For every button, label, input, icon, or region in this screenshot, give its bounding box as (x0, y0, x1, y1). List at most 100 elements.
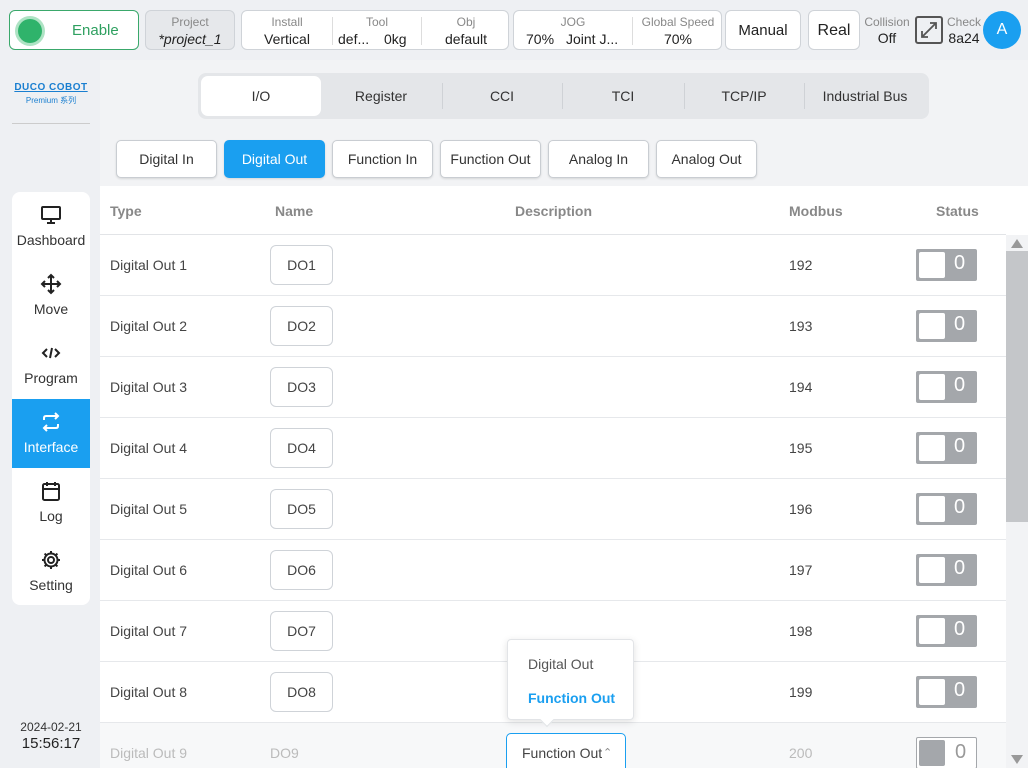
scroll-up-icon[interactable] (1011, 239, 1023, 248)
project-label: Project (171, 15, 209, 29)
install-tool-obj-panel[interactable]: Install Vertical Tool def... 0kg Obj def… (241, 10, 509, 50)
tab-cci[interactable]: CCI (442, 76, 562, 116)
table-scrollbar[interactable] (1006, 235, 1028, 768)
header-status: Status (936, 203, 979, 219)
dropdown-option-digital-out[interactable]: Digital Out (528, 656, 593, 672)
sidebar-item-move[interactable]: Move (12, 261, 90, 330)
row-name-input[interactable]: DO4 (270, 428, 333, 468)
row-name: DO9 (270, 745, 299, 761)
status-toggle[interactable]: 0 (916, 432, 977, 464)
row-name-input[interactable]: DO8 (270, 672, 333, 712)
tab-register[interactable]: Register (321, 76, 441, 116)
status-toggle[interactable]: 0 (916, 493, 977, 525)
status-toggle[interactable]: 0 (916, 676, 977, 708)
subtab-digital-in[interactable]: Digital In (116, 140, 217, 178)
row-type: Digital Out 1 (110, 257, 188, 273)
project-selector[interactable]: Project *project_1 (145, 10, 235, 50)
row-type: Digital Out 9 (110, 745, 188, 761)
row-type: Digital Out 8 (110, 684, 188, 700)
row-name-input[interactable]: DO5 (270, 489, 333, 529)
jog-value: 70% (526, 31, 555, 47)
status-toggle[interactable]: 0 (916, 310, 977, 342)
top-bar: Enable Project *project_1 Install Vertic… (0, 0, 1028, 60)
sidebar-item-label: Move (33, 301, 69, 317)
subtab-digital-out[interactable]: Digital Out (224, 140, 325, 178)
toggle-knob (919, 679, 945, 705)
tool-value: def... (338, 31, 370, 47)
table-row: Digital Out 2 DO2 193 0 (100, 296, 1006, 357)
header-modbus: Modbus (789, 203, 843, 219)
status-value: 0 (954, 496, 966, 518)
jog-label: JOG (560, 15, 586, 29)
user-avatar[interactable]: A (983, 11, 1021, 49)
tab-tcpip[interactable]: TCP/IP (684, 76, 804, 116)
subtab-function-out[interactable]: Function Out (440, 140, 541, 178)
row-modbus: 199 (789, 684, 813, 700)
sidebar-item-label: Program (24, 370, 78, 386)
sidebar-item-label: Log (39, 508, 63, 524)
row-modbus: 192 (789, 257, 813, 273)
function-select[interactable]: Function Out ⌃ (506, 733, 626, 768)
tab-io[interactable]: I/O (201, 76, 321, 116)
row-name-input[interactable]: DO6 (270, 550, 333, 590)
tool-label: Tool (365, 15, 388, 29)
sidebar-nav: Dashboard Move Program Interface Log Set… (12, 192, 90, 605)
jog-speed-panel[interactable]: JOG 70% Joint J... Global Speed 70% (513, 10, 722, 50)
status-value: 0 (954, 252, 966, 274)
real-label: Real (817, 22, 851, 39)
toggle-knob (919, 435, 945, 461)
fullscreen-icon[interactable] (915, 16, 943, 44)
status-toggle[interactable]: 0 (916, 615, 977, 647)
time: 15:56:17 (21, 735, 81, 752)
status-toggle[interactable]: 0 (916, 371, 977, 403)
sidebar-item-program[interactable]: Program (12, 330, 90, 399)
date: 2024-02-21 (20, 720, 82, 734)
datetime: 2024-02-21 15:56:17 (12, 720, 90, 752)
toggle-knob (919, 740, 945, 766)
row-modbus: 195 (789, 440, 813, 456)
status-value: 0 (954, 435, 966, 457)
jog-mode: Joint J... (566, 31, 619, 47)
real-mode-button[interactable]: Real (808, 10, 860, 50)
subtab-analog-out[interactable]: Analog Out (656, 140, 757, 178)
header-description: Description (515, 203, 593, 219)
toggle-knob (919, 496, 945, 522)
sidebar-item-setting[interactable]: Setting (12, 537, 90, 605)
global-speed-label: Global Speed (641, 15, 715, 29)
sidebar-item-log[interactable]: Log (12, 468, 90, 537)
toggle-knob (919, 618, 945, 644)
tab-industrial-bus[interactable]: Industrial Bus (804, 76, 926, 116)
subtab-function-in[interactable]: Function In (332, 140, 433, 178)
row-type: Digital Out 4 (110, 440, 188, 456)
sidebar-item-interface[interactable]: Interface (12, 399, 90, 468)
header-type: Type (110, 203, 142, 219)
dropdown-option-function-out[interactable]: Function Out (528, 690, 615, 706)
enable-button[interactable]: Enable (9, 10, 139, 50)
table-row: Digital Out 3 DO3 194 0 (100, 357, 1006, 418)
status-toggle[interactable]: 0 (916, 554, 977, 586)
row-name-input[interactable]: DO3 (270, 367, 333, 407)
status-value: 0 (954, 374, 966, 396)
manual-mode-button[interactable]: Manual (725, 10, 801, 50)
scrollbar-thumb[interactable] (1006, 251, 1028, 522)
project-value: *project_1 (158, 31, 222, 47)
status-toggle[interactable]: 0 (916, 737, 977, 768)
row-name-input[interactable]: DO1 (270, 245, 333, 285)
table-header: Type Name Description Modbus Status (100, 187, 1006, 235)
sidebar-item-dashboard[interactable]: Dashboard (12, 192, 90, 261)
scroll-down-icon[interactable] (1011, 755, 1023, 764)
status-toggle[interactable]: 0 (916, 249, 977, 281)
function-select-value: Function Out (522, 745, 602, 761)
subtab-analog-in[interactable]: Analog In (548, 140, 649, 178)
row-name-input[interactable]: DO2 (270, 306, 333, 346)
row-name-input[interactable]: DO7 (270, 611, 333, 651)
brand-divider (12, 123, 90, 124)
swap-arrows-icon (42, 412, 60, 432)
row-type: Digital Out 6 (110, 562, 188, 578)
table-row: Digital Out 6 DO6 197 0 (100, 540, 1006, 601)
row-modbus: 197 (789, 562, 813, 578)
tab-tci[interactable]: TCI (562, 76, 684, 116)
row-modbus: 198 (789, 623, 813, 639)
row-modbus: 200 (789, 745, 813, 761)
calendar-icon (42, 482, 60, 501)
